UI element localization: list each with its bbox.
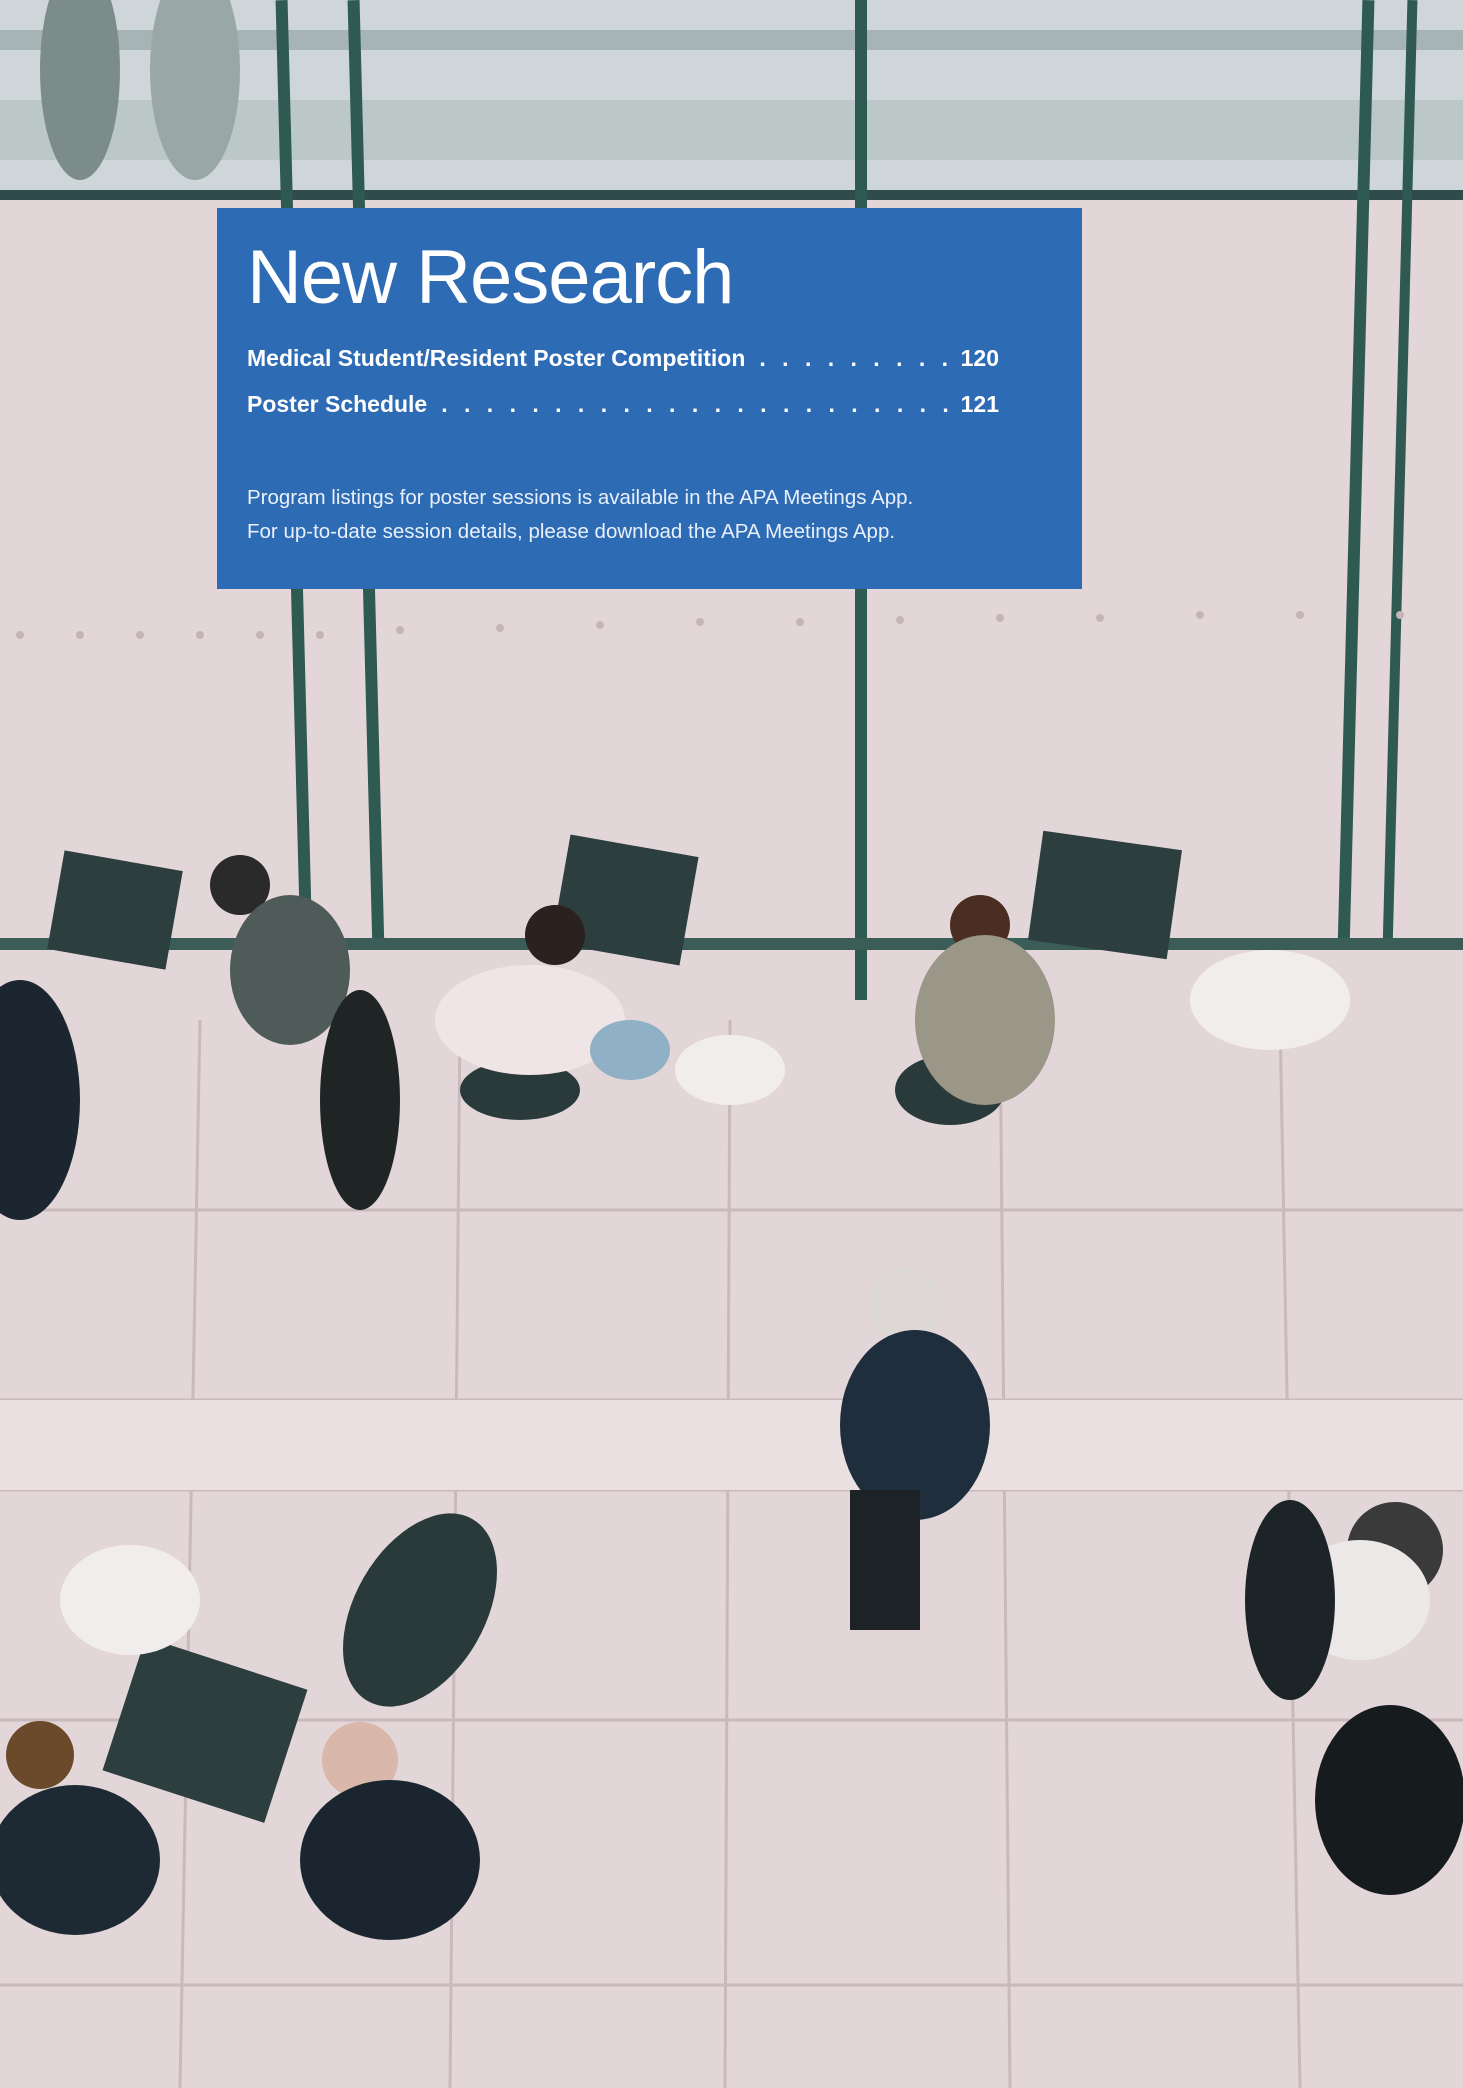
app-note: Program listings for poster sessions is … — [247, 485, 914, 543]
toc-leader-dots: . . . . . . . . . . . . . . . . . . . . … — [759, 345, 948, 371]
toc-item-label: Poster Schedule — [247, 391, 428, 417]
toc-item-page: 121 — [960, 391, 999, 417]
toc-item-label: Medical Student/Resident Poster Competit… — [247, 345, 746, 371]
toc-item-poster-schedule[interactable]: Poster Schedule . . . . . . . . . . . . … — [247, 391, 999, 425]
toc-item-poster-competition[interactable]: Medical Student/Resident Poster Competit… — [247, 345, 999, 379]
toc-leader-dots: . . . . . . . . . . . . . . . . . . . . … — [441, 391, 948, 417]
section-header-panel: New Research Medical Student/Resident Po… — [217, 208, 1082, 589]
toc-item-page: 120 — [960, 345, 999, 371]
section-title: New Research — [247, 235, 734, 320]
